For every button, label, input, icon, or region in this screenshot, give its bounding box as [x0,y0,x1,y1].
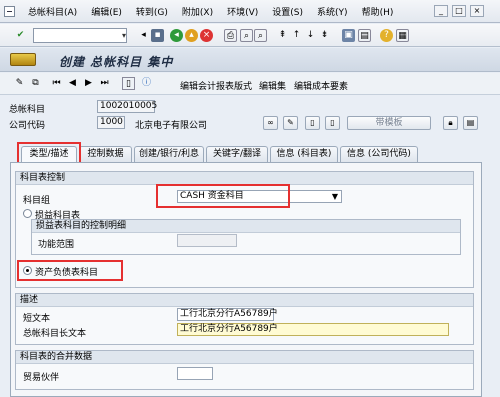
help-icon[interactable]: ? [380,29,393,42]
pl-detail-title: 损益表科目的控制明细 [32,220,460,233]
find-next-icon[interactable]: ⌕ [254,29,267,42]
sap-logo-icon [10,53,36,66]
bs-account-highlight-box [17,260,123,281]
menu-account[interactable]: 总帐科目(A) [21,5,84,18]
layout-menu-icon[interactable]: ▦ [396,29,409,42]
short-text-label: 短文本 [23,314,51,324]
back-history-icon[interactable]: ◂ [137,29,150,42]
display-change-icon[interactable]: ✎ [13,77,26,90]
previous-record-icon[interactable]: ◀ [66,77,79,90]
system-toolbar: ✔ ▾ ◂ ▪ ◂ ▴ × ⎙ ⌕ ⌕ ⇞ ↑ ↓ ⇟ ▣ ▤ ? ▦ [0,24,500,47]
shortcut-icon[interactable]: ▤ [358,29,371,42]
tab-info-company-code[interactable]: 信息 (公司代码) [340,146,418,162]
enter-checkmark-icon[interactable]: ✔ [14,29,27,42]
description-title: 描述 [16,294,473,307]
lock-icon[interactable]: 🔒︎ [443,116,458,130]
long-text-label: 总帐科目长文本 [23,329,87,339]
tab-create-bank-interest[interactable]: 创建/银行/利息 [134,146,204,162]
edit-cost-element-button[interactable]: 编辑成本要素 [294,79,348,92]
long-text-field[interactable]: 工行北京分行A56789户 [177,323,449,336]
menu-settings[interactable]: 设置(S) [265,5,310,18]
command-field[interactable] [33,28,127,43]
menu-extras[interactable]: 附加(X) [175,5,220,18]
menu-help[interactable]: 帮助(H) [355,5,401,18]
pl-account-radio[interactable] [23,209,32,218]
first-record-icon[interactable]: ⏮ [50,77,63,90]
menu-goto[interactable]: 转到(G) [129,5,175,18]
company-code-label: 公司代码 [9,121,46,131]
first-page-icon[interactable]: ⇞ [276,29,289,42]
company-code-field[interactable]: 1000 [97,116,125,129]
pl-detail-group: 损益表科目的控制明细 [31,219,461,255]
trading-partner-field[interactable] [177,367,213,380]
menu-bar: 总帐科目(A) 编辑(E) 转到(G) 附加(X) 环境(V) 设置(S) 系统… [0,0,500,23]
tab-control-data[interactable]: 控制数据 [79,146,132,162]
tab-keyword-translation[interactable]: 关键字/翻译 [206,146,268,162]
create-document-icon[interactable]: ▯ [305,116,320,130]
edit-coa-layout-button[interactable]: 编辑会计报表版式 [180,79,252,92]
account-number-field[interactable]: 1002010005 [97,100,157,113]
menu-environment[interactable]: 环境(V) [220,5,265,18]
consolidation-title: 科目表的合并数据 [16,351,473,364]
title-bar: 创建 总帐科目 集中 [0,48,500,72]
new-session-icon[interactable]: ▣ [342,29,355,42]
trading-partner-label: 贸易伙伴 [23,373,60,383]
print-icon[interactable]: ⎙ [224,29,237,42]
cancel-icon[interactable]: × [200,29,213,42]
back-icon[interactable]: ◂ [170,29,183,42]
close-window-button[interactable]: × [470,5,484,17]
copy-document-icon[interactable]: ▯ [325,116,340,130]
previous-page-icon[interactable]: ↑ [290,29,303,42]
find-icon[interactable]: ⌕ [240,29,253,42]
other-object-icon[interactable]: ⧉ [29,77,42,90]
edit-pencil-icon[interactable]: ✎ [283,116,298,130]
chevron-down-icon[interactable]: ▼ [332,191,338,202]
with-template-button[interactable]: 带模板 [347,116,431,130]
delete-trash-icon[interactable]: ▤ [463,116,478,130]
consolidation-group: 科目表的合并数据 [15,350,474,390]
save-icon[interactable]: ▪ [151,29,164,42]
next-record-icon[interactable]: ▶ [82,77,95,90]
page-title: 创建 总帐科目 集中 [59,55,174,69]
exit-yellow-icon[interactable]: ▴ [185,29,198,42]
menu-system[interactable]: 系统(Y) [310,5,355,18]
exit-icon[interactable] [4,5,15,17]
company-name-text: 北京电子有限公司 [135,121,208,131]
menu-edit[interactable]: 编辑(E) [84,5,129,18]
document-icon[interactable]: ▯ [122,77,135,90]
command-dropdown-icon[interactable]: ▾ [118,28,130,43]
functional-area-label: 功能范围 [38,240,75,250]
info-icon[interactable]: ⓘ [140,77,153,90]
maximize-button[interactable]: □ [452,5,466,17]
application-toolbar: ✎ ⧉ ⏮ ◀ ▶ ⏭ ▯ ⓘ 编辑会计报表版式 编辑集 编辑成本要素 [0,73,500,95]
account-label: 总帐科目 [9,105,46,115]
short-text-field[interactable]: 工行北京分行A56789户 [177,308,278,321]
glasses-display-icon[interactable]: ∞ [263,116,278,130]
functional-area-field[interactable] [177,234,237,247]
account-group-highlight-box [156,184,290,208]
last-record-icon[interactable]: ⏭ [98,77,111,90]
account-group-label: 科目组 [23,196,51,206]
minimize-button[interactable]: _ [434,5,448,17]
last-page-icon[interactable]: ⇟ [318,29,331,42]
edit-set-button[interactable]: 编辑集 [259,79,286,92]
tab-info-coa[interactable]: 信息 (科目表) [270,146,338,162]
next-page-icon[interactable]: ↓ [304,29,317,42]
